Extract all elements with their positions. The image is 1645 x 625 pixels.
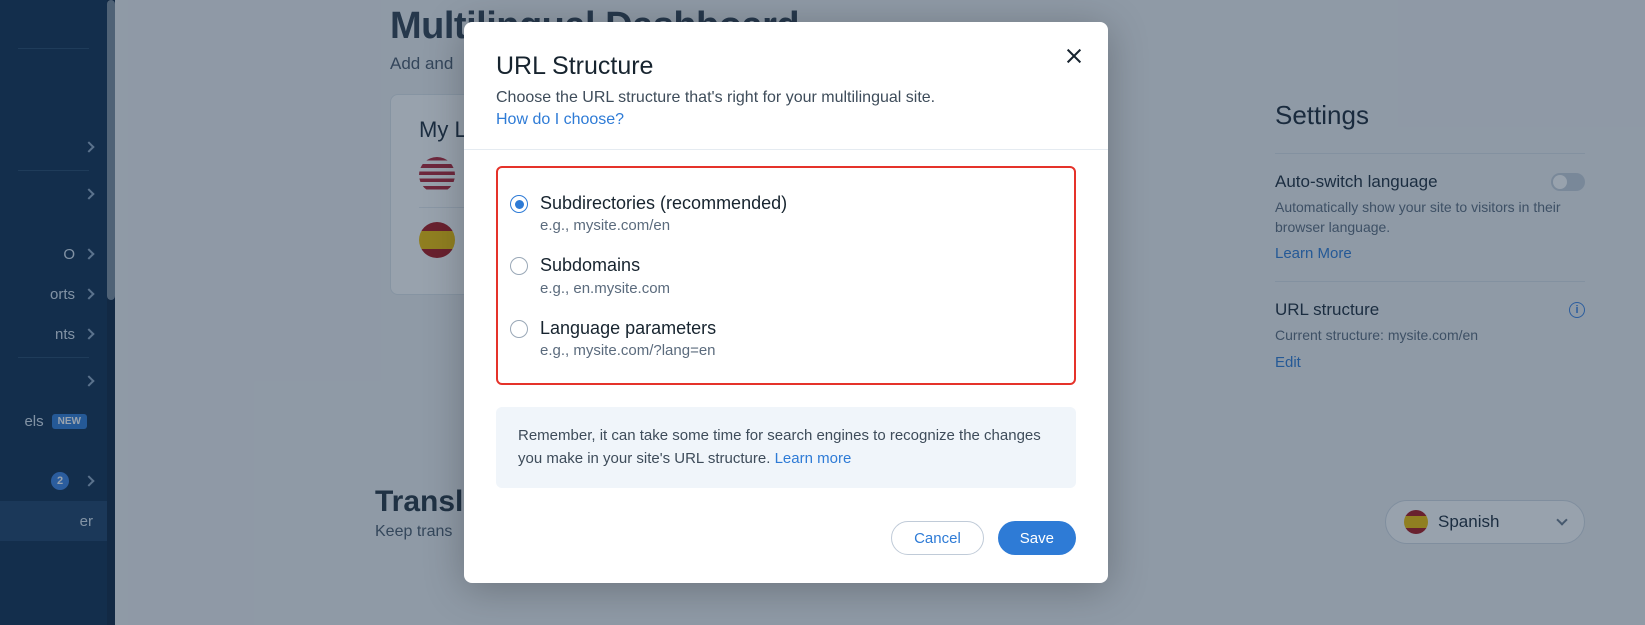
radio-subdomains[interactable]: Subdomains e.g., en.mysite.com [506, 244, 1062, 306]
how-do-i-choose-link[interactable]: How do I choose? [496, 111, 624, 129]
radio-example: e.g., en.mysite.com [540, 280, 670, 297]
radio-icon [510, 195, 528, 213]
modal-footer: Cancel Save [464, 503, 1108, 583]
cancel-button[interactable]: Cancel [891, 521, 984, 555]
radio-icon [510, 257, 528, 275]
url-structure-modal: URL Structure Choose the URL structure t… [464, 22, 1108, 583]
radio-example: e.g., mysite.com/?lang=en [540, 342, 716, 359]
info-box: Remember, it can take some time for sear… [496, 407, 1076, 488]
modal-header: URL Structure Choose the URL structure t… [464, 22, 1108, 150]
modal-title: URL Structure [496, 52, 1076, 81]
radio-label: Subdomains [540, 254, 670, 277]
radio-label: Language parameters [540, 317, 716, 340]
save-button[interactable]: Save [998, 521, 1076, 555]
radio-icon [510, 320, 528, 338]
close-icon[interactable] [1060, 42, 1088, 70]
radio-group-highlight: Subdirectories (recommended) e.g., mysit… [496, 166, 1076, 385]
radio-label: Subdirectories (recommended) [540, 192, 787, 215]
radio-subdirectories[interactable]: Subdirectories (recommended) e.g., mysit… [506, 182, 1062, 244]
radio-example: e.g., mysite.com/en [540, 217, 787, 234]
modal-body: Subdirectories (recommended) e.g., mysit… [464, 150, 1108, 498]
learn-more-link[interactable]: Learn more [775, 450, 852, 467]
radio-language-parameters[interactable]: Language parameters e.g., mysite.com/?la… [506, 307, 1062, 369]
modal-subtitle: Choose the URL structure that's right fo… [496, 89, 1076, 107]
